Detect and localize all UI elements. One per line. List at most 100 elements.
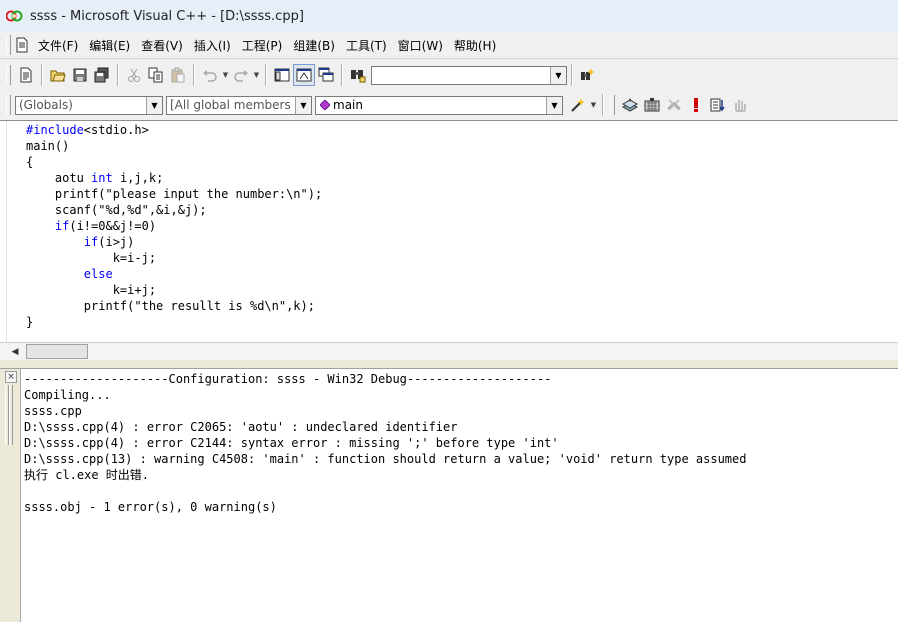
- class-combo-dropdown-icon[interactable]: ▼: [146, 96, 162, 114]
- output-dock-handle[interactable]: ×: [0, 369, 21, 622]
- code-line[interactable]: printf("please input the number:\n");: [26, 186, 322, 202]
- code-line[interactable]: if(i>j): [26, 234, 322, 250]
- code-line[interactable]: }: [26, 314, 322, 330]
- document-icon: [16, 37, 28, 53]
- filter-combo[interactable]: [All global members ▼: [166, 95, 312, 115]
- source-code[interactable]: #include<stdio.h> main(){ aotu int i,j,k;…: [26, 122, 322, 330]
- filter-combo-dropdown-icon[interactable]: ▼: [295, 96, 311, 114]
- find-in-files-button[interactable]: [347, 64, 369, 86]
- code-line[interactable]: aotu int i,j,k;: [26, 170, 322, 186]
- menu-bar: 文件(F) 编辑(E) 查看(V) 插入(I) 工程(P) 组建(B) 工具(T…: [0, 32, 898, 59]
- menu-grip[interactable]: [6, 35, 11, 55]
- output-line[interactable]: D:\ssss.cpp(13) : warning C4508: 'main' …: [24, 451, 746, 467]
- output-line[interactable]: [24, 483, 746, 499]
- code-line[interactable]: printf("the resullt is %d\n",k);: [26, 298, 322, 314]
- toolbar-grip[interactable]: [610, 95, 615, 115]
- output-pane: × --------------------Configuration: sss…: [0, 369, 898, 622]
- menu-help[interactable]: 帮助(H): [449, 35, 501, 56]
- open-button[interactable]: [47, 64, 69, 86]
- code-keyword: if: [83, 235, 99, 249]
- compile-button[interactable]: [619, 94, 641, 116]
- search-icon: [581, 68, 595, 80]
- save-icon: [73, 68, 87, 82]
- output-button[interactable]: [293, 64, 315, 86]
- redo-button[interactable]: [230, 64, 252, 86]
- cut-button[interactable]: [123, 64, 145, 86]
- wizard-action-dropdown-icon[interactable]: ▼: [589, 94, 598, 116]
- window-list-button[interactable]: [315, 64, 337, 86]
- workspace-button[interactable]: [271, 64, 293, 86]
- dock-grip[interactable]: [9, 385, 13, 445]
- code-line[interactable]: {: [26, 154, 322, 170]
- window-list-icon: [318, 67, 334, 82]
- menu-view[interactable]: 查看(V): [136, 35, 188, 56]
- code-line[interactable]: #include<stdio.h>: [26, 122, 322, 138]
- menu-file[interactable]: 文件(F): [33, 35, 83, 56]
- output-line[interactable]: ssss.cpp: [24, 403, 746, 419]
- code-line[interactable]: main(): [26, 138, 322, 154]
- scroll-thumb[interactable]: [26, 344, 88, 359]
- undo-dropdown-icon[interactable]: ▼: [221, 64, 230, 86]
- output-line[interactable]: ssss.obj - 1 error(s), 0 warning(s): [24, 499, 746, 515]
- toolbar-separator: [341, 64, 343, 86]
- menu-project[interactable]: 工程(P): [237, 35, 288, 56]
- close-icon[interactable]: ×: [5, 371, 17, 383]
- menu-build[interactable]: 组建(B): [288, 35, 340, 56]
- build-icon: [644, 98, 660, 112]
- toolbar-grip[interactable]: [6, 95, 11, 115]
- workspace-icon: [274, 68, 290, 82]
- code-line[interactable]: k=i+j;: [26, 282, 322, 298]
- code-line[interactable]: if(i!=0&&j!=0): [26, 218, 322, 234]
- find-combo[interactable]: ▼: [371, 65, 567, 85]
- code-text: (i!=0&&j!=0): [69, 219, 157, 233]
- code-line[interactable]: scanf("%d,%d",&i,&j);: [26, 202, 322, 218]
- member-combo[interactable]: main ▼: [315, 95, 563, 115]
- paste-button[interactable]: [167, 64, 189, 86]
- output-line[interactable]: Compiling...: [24, 387, 746, 403]
- class-combo[interactable]: (Globals) ▼: [15, 95, 163, 115]
- redo-dropdown-icon[interactable]: ▼: [252, 64, 261, 86]
- filter-combo-value: [All global members: [170, 98, 291, 112]
- breakpoint-button[interactable]: [729, 94, 751, 116]
- output-line[interactable]: D:\ssss.cpp(4) : error C2144: syntax err…: [24, 435, 746, 451]
- toolbar-separator: [571, 64, 573, 86]
- find-combo-dropdown-icon[interactable]: ▼: [550, 66, 566, 84]
- undo-button[interactable]: [199, 64, 221, 86]
- menu-tools[interactable]: 工具(T): [341, 35, 392, 56]
- wizard-action-button[interactable]: [567, 94, 589, 116]
- output-line[interactable]: 执行 cl.exe 时出错.: [24, 467, 746, 483]
- editor-horizontal-scrollbar[interactable]: ◀: [0, 342, 898, 360]
- go-button[interactable]: [707, 94, 729, 116]
- editor-gutter[interactable]: [0, 121, 7, 343]
- standard-toolbar: ▼ ▼ ▼: [0, 60, 898, 91]
- menu-window[interactable]: 窗口(W): [393, 35, 448, 56]
- build-button[interactable]: [641, 94, 663, 116]
- find-in-files-icon: [351, 70, 366, 83]
- output-window-icon: [296, 68, 312, 82]
- code-text: (i>j): [98, 235, 135, 249]
- save-all-button[interactable]: [91, 64, 113, 86]
- output-line[interactable]: D:\ssss.cpp(4) : error C2065: 'aotu' : u…: [24, 419, 746, 435]
- code-line[interactable]: else: [26, 266, 322, 282]
- menu-insert[interactable]: 插入(I): [189, 35, 236, 56]
- code-editor[interactable]: #include<stdio.h> main(){ aotu int i,j,k;…: [0, 120, 898, 343]
- compile-icon: [622, 98, 638, 112]
- copy-button[interactable]: [145, 64, 167, 86]
- save-button[interactable]: [69, 64, 91, 86]
- code-text: i,j,k;: [112, 171, 164, 185]
- code-line[interactable]: k=i-j;: [26, 250, 322, 266]
- member-combo-dropdown-icon[interactable]: ▼: [546, 96, 562, 114]
- code-text: printf("the resullt is %d\n",k);: [26, 299, 315, 313]
- pane-splitter[interactable]: [0, 360, 898, 369]
- stop-build-icon: [667, 99, 681, 111]
- toolbar-grip[interactable]: [6, 65, 11, 85]
- execute-icon: [694, 98, 698, 112]
- find-button[interactable]: [577, 64, 599, 86]
- menu-edit[interactable]: 编辑(E): [84, 35, 135, 56]
- scroll-left-icon[interactable]: ◀: [6, 344, 24, 359]
- new-text-button[interactable]: [15, 64, 37, 86]
- execute-button[interactable]: [685, 94, 707, 116]
- build-output[interactable]: --------------------Configuration: ssss …: [24, 371, 746, 515]
- stop-build-button[interactable]: [663, 94, 685, 116]
- output-line[interactable]: --------------------Configuration: ssss …: [24, 371, 746, 387]
